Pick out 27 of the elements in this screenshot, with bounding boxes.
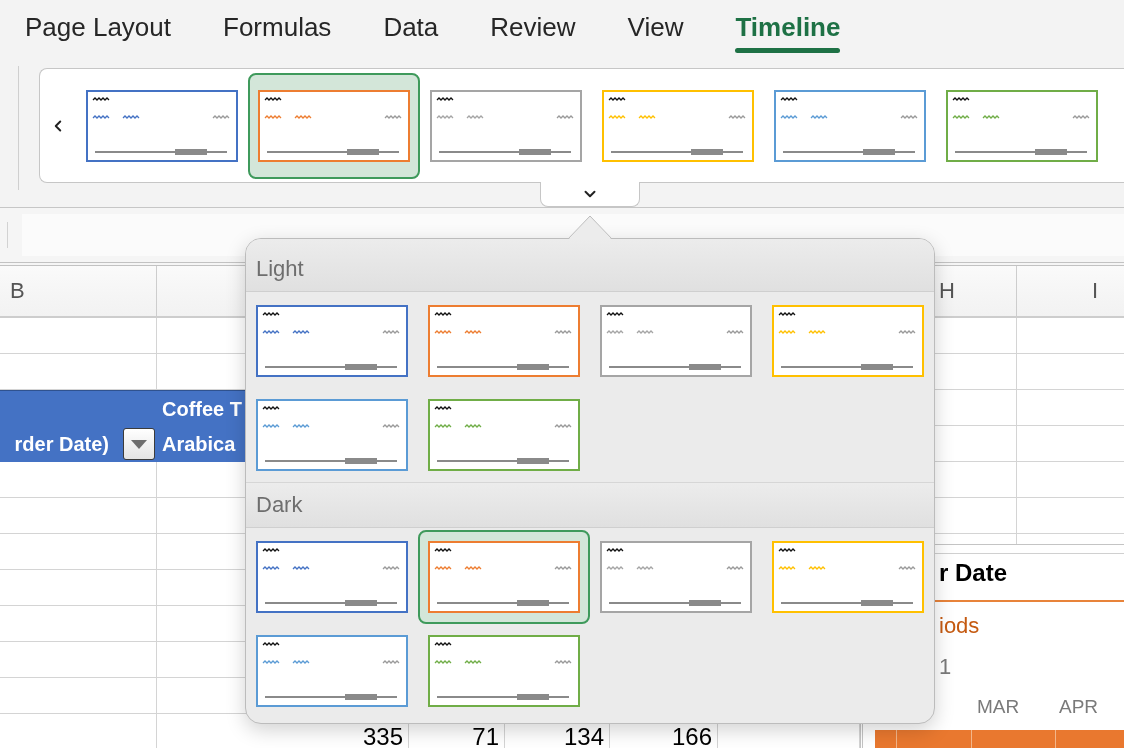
timeline-month-label: MAR [977, 696, 1020, 717]
timeline-range-label: 1 [939, 654, 952, 680]
table-cell: 335 [362, 725, 403, 748]
ribbon-tab[interactable]: Formulas [223, 0, 332, 53]
timeline-period-label[interactable]: iods [939, 613, 980, 639]
timeline-month-label: APR [1059, 696, 1099, 717]
column-header[interactable]: B [0, 266, 157, 318]
section-title: Dark [256, 492, 303, 518]
timeline-style-option[interactable] [418, 530, 590, 624]
ribbon-tab[interactable]: Timeline [735, 0, 841, 53]
pivot-column-header: Coffee T [162, 396, 242, 421]
ribbon-tab[interactable]: Data [383, 0, 439, 53]
table-cell: 71 [472, 725, 499, 748]
ribbon-tab[interactable]: View [627, 0, 684, 53]
table-cell: 166 [671, 725, 712, 748]
column-header[interactable]: H [935, 266, 1017, 318]
ribbon-tab[interactable]: Page Layout [25, 0, 171, 53]
ribbon-tab[interactable]: Review [490, 0, 576, 53]
pivot-row-header: rder Date) [14, 432, 109, 456]
timeline-title: r Date [939, 559, 1008, 587]
table-cell: 134 [563, 725, 604, 748]
pivot-column-item: Arabica [162, 432, 236, 456]
section-title: Light [256, 256, 304, 282]
caret-down-icon [131, 439, 147, 449]
timeline-style-option[interactable] [248, 73, 420, 179]
filter-dropdown-button[interactable] [123, 428, 155, 460]
column-header[interactable]: I [1017, 266, 1124, 318]
